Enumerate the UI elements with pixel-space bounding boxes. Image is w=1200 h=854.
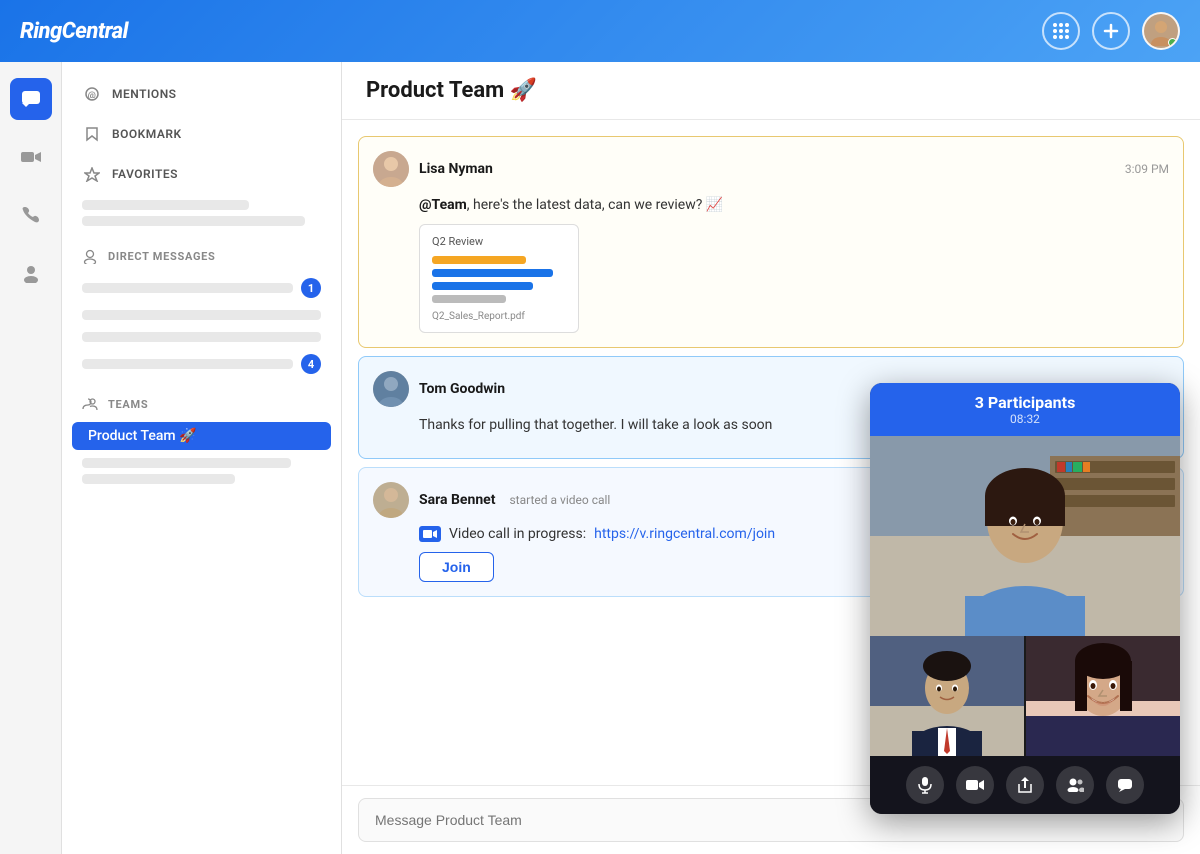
team-placeholder-2 [82, 474, 235, 484]
dm-item-1[interactable]: 1 [62, 272, 341, 304]
bookmark-icon [82, 124, 102, 144]
team-product-label: Product Team 🚀 [88, 428, 196, 444]
sidebar-item-favorites[interactable]: FAVORITES [62, 154, 341, 194]
join-button[interactable]: Join [419, 552, 494, 582]
nav-video[interactable] [10, 136, 52, 178]
sidebar-item-mentions[interactable]: @ MENTIONS [62, 74, 341, 114]
user-avatar[interactable] [1142, 12, 1180, 50]
mentions-icon: @ [82, 84, 102, 104]
call-timer: 08:32 [886, 412, 1164, 426]
participants-button[interactable] [1056, 766, 1094, 804]
bar-3 [432, 282, 533, 290]
video-call-header: 3 Participants 08:32 [870, 383, 1180, 436]
bookmark-label: BOOKMARK [112, 127, 182, 141]
lisa-avatar [373, 151, 409, 187]
tom-avatar [373, 371, 409, 407]
video-thumb-2 [1026, 636, 1180, 756]
message-1-time: 3:09 PM [1125, 162, 1169, 176]
chat-button[interactable] [1106, 766, 1144, 804]
video-call-link[interactable]: https://v.ringcentral.com/join [594, 526, 775, 542]
video-call-text: Video call in progress: [449, 526, 586, 542]
add-button[interactable] [1092, 12, 1130, 50]
teams-label: TEAMS [108, 398, 148, 411]
chat-title: Product Team 🚀 [342, 62, 1200, 120]
icon-bar [0, 62, 62, 854]
attachment-title: Q2 Review [432, 235, 566, 248]
team-item-product[interactable]: Product Team 🚀 [72, 422, 331, 450]
direct-messages-header: DIRECT MESSAGES [62, 232, 341, 272]
online-indicator [1168, 38, 1177, 47]
dm-item-4[interactable]: 4 [62, 348, 341, 380]
sara-name: Sara Bennet [419, 492, 495, 508]
message-1-sender-row: Lisa Nyman [373, 151, 493, 187]
topbar: RingCentral [0, 0, 1200, 62]
team-placeholder-1 [82, 458, 291, 468]
sara-subtext: started a video call [509, 493, 610, 507]
lisa-name: Lisa Nyman [419, 161, 493, 177]
message-1-text: @Team, here's the latest data, can we re… [419, 195, 1169, 216]
message-1-body: , here's the latest data, can we review?… [467, 197, 724, 213]
favorites-icon [82, 164, 102, 184]
nav-chat[interactable] [10, 78, 52, 120]
direct-messages-label: DIRECT MESSAGES [108, 250, 216, 263]
share-button[interactable] [1006, 766, 1044, 804]
favorites-label: FAVORITES [112, 167, 178, 181]
bar-2 [432, 269, 553, 277]
topbar-actions [1042, 12, 1180, 50]
dm-item-3[interactable] [62, 326, 341, 348]
call-controls [870, 756, 1180, 814]
video-main-participant [870, 436, 1180, 636]
svg-text:@: @ [88, 91, 97, 101]
bar-4 [432, 295, 506, 303]
logo: RingCentral [20, 19, 128, 44]
team-mention: @Team [419, 197, 467, 213]
placeholder-1 [82, 200, 249, 210]
video-call-overlay: 3 Participants 08:32 [870, 383, 1180, 814]
sara-avatar [373, 482, 409, 518]
sidebar-item-bookmark[interactable]: BOOKMARK [62, 114, 341, 154]
teams-header: TEAMS [62, 380, 341, 420]
chart-bars [432, 256, 566, 303]
camera-button[interactable] [956, 766, 994, 804]
message-1-header: Lisa Nyman 3:09 PM [373, 151, 1169, 187]
mentions-label: MENTIONS [112, 87, 177, 101]
video-thumbs [870, 636, 1180, 756]
mic-button[interactable] [906, 766, 944, 804]
video-thumb-1 [870, 636, 1024, 756]
message-2-sender-row: Tom Goodwin [373, 371, 505, 407]
sidebar: @ MENTIONS BOOKMARK FAVORITES [62, 62, 342, 854]
message-1: Lisa Nyman 3:09 PM @Team, here's the lat… [358, 136, 1184, 348]
apps-button[interactable] [1042, 12, 1080, 50]
message-3-sender-row: Sara Bennet started a video call [373, 482, 610, 518]
bar-1 [432, 256, 526, 264]
dm-item-2[interactable] [62, 304, 341, 326]
nav-contacts[interactable] [10, 252, 52, 294]
placeholder-2 [82, 216, 305, 226]
attachment-filename: Q2_Sales_Report.pdf [432, 311, 566, 322]
dm-badge-1: 1 [301, 278, 321, 298]
tom-name: Tom Goodwin [419, 381, 505, 397]
nav-phone[interactable] [10, 194, 52, 236]
video-call-icon [419, 526, 441, 542]
dm-badge-4: 4 [301, 354, 321, 374]
participants-count: 3 Participants [886, 393, 1164, 412]
attachment-1: Q2 Review Q2_Sales_Report.pdf [419, 224, 579, 333]
